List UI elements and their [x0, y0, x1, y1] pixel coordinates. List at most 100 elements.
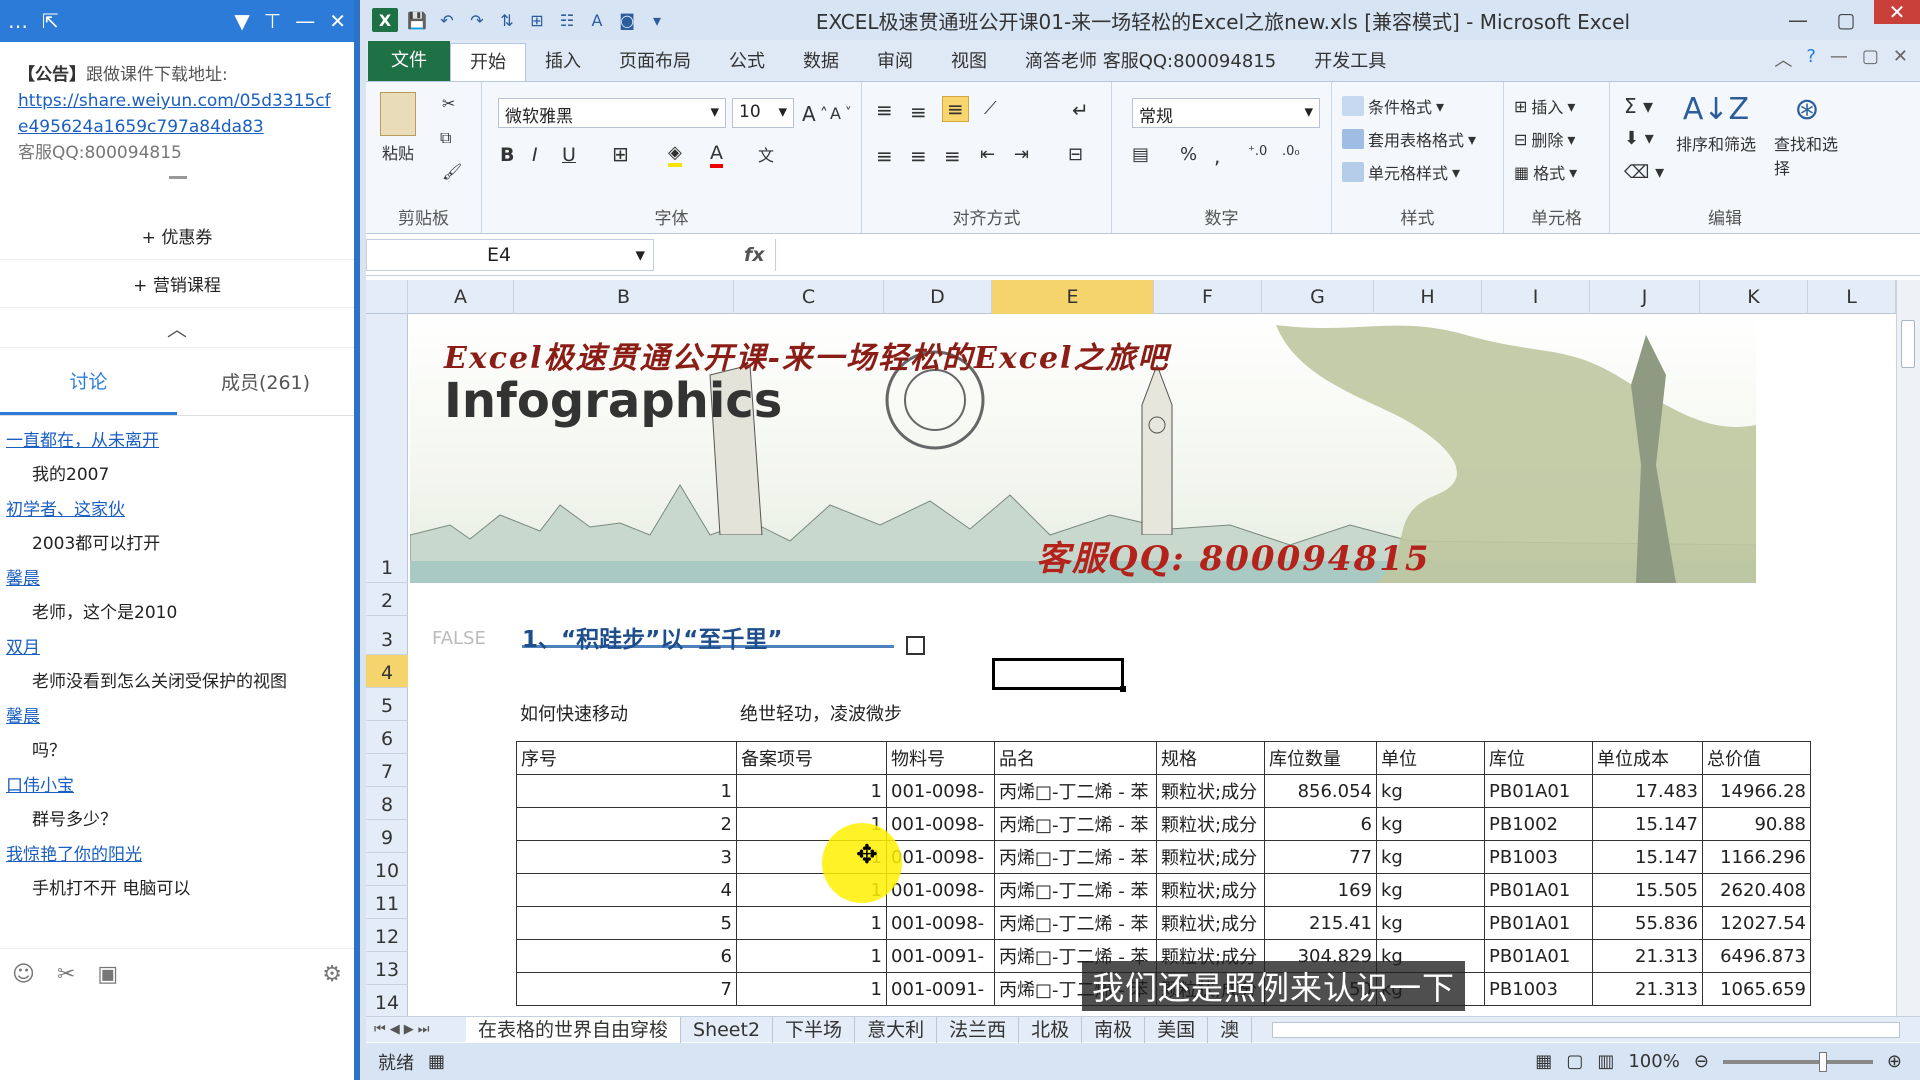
table-cell[interactable]: 1: [736, 939, 887, 973]
insert-cells-button[interactable]: ⊞ 插入 ▾: [1514, 94, 1575, 118]
cell-b5[interactable]: 如何快速移动: [520, 700, 628, 726]
tab-data[interactable]: 数据: [784, 43, 858, 81]
download-link[interactable]: https://share.weiyun.com/05d3315cfe49562…: [18, 91, 331, 137]
tab-formulas[interactable]: 公式: [710, 43, 784, 81]
table-cell[interactable]: 14966.28: [1702, 774, 1811, 808]
column-header-l[interactable]: L: [1808, 280, 1896, 314]
quick-access-icon[interactable]: ⇅: [496, 9, 518, 31]
fill-button[interactable]: ⬇ ▾: [1624, 128, 1654, 149]
cell-a3[interactable]: FALSE: [432, 628, 486, 649]
fx-icon[interactable]: fx: [744, 244, 765, 266]
worksheet-grid[interactable]: A B C D E F G H I J K L 1 2 3 4 5 6 7 8 …: [366, 280, 1920, 1025]
cut-button[interactable]: ✂: [442, 94, 455, 113]
orientation-button[interactable]: ⟋: [984, 98, 997, 119]
underline-button[interactable]: U: [562, 144, 576, 166]
zoom-level[interactable]: 100%: [1628, 1051, 1679, 1072]
table-header-cell[interactable]: 单位成本: [1592, 741, 1703, 775]
redo-icon[interactable]: ↷: [466, 9, 488, 31]
sheet-tab[interactable]: 南极: [1082, 1016, 1146, 1043]
table-cell[interactable]: 856.054: [1264, 774, 1377, 808]
horizontal-scrollbar[interactable]: [1272, 1021, 1900, 1038]
row-header[interactable]: 5: [366, 688, 408, 721]
table-cell[interactable]: 001-0091-: [886, 939, 995, 973]
emoji-icon[interactable]: ☺: [12, 962, 35, 987]
select-all-corner[interactable]: [366, 280, 408, 314]
normal-view-icon[interactable]: ▦: [1535, 1051, 1552, 1072]
pin-icon[interactable]: ⊤: [264, 9, 281, 33]
table-cell[interactable]: 颗粒状;成分: [1156, 807, 1265, 841]
row-header[interactable]: 13: [366, 952, 408, 985]
vertical-scrollbar[interactable]: [1896, 280, 1920, 1020]
row-header[interactable]: 11: [366, 886, 408, 919]
checkbox[interactable]: [906, 636, 925, 655]
undo-icon[interactable]: ↶: [436, 9, 458, 31]
table-cell[interactable]: 2620.408: [1702, 873, 1811, 907]
autosum-button[interactable]: Σ ▾: [1624, 94, 1653, 118]
format-painter-button[interactable]: 🖌: [442, 162, 462, 181]
table-cell[interactable]: 1: [736, 972, 887, 1006]
merge-center-button[interactable]: ⊟: [1068, 144, 1083, 165]
clear-button[interactable]: ⌫ ▾: [1624, 162, 1664, 183]
table-cell[interactable]: 001-0098-: [886, 807, 995, 841]
column-header-b[interactable]: B: [514, 280, 734, 314]
message-sender[interactable]: 双月: [6, 631, 348, 665]
row-header[interactable]: 4: [366, 655, 408, 688]
table-cell[interactable]: 颗粒状;成分: [1156, 906, 1265, 940]
table-cell[interactable]: 001-0098-: [886, 774, 995, 808]
table-cell[interactable]: 15.505: [1592, 873, 1703, 907]
camera-icon[interactable]: ◙: [616, 9, 638, 31]
table-cell[interactable]: 1166.296: [1702, 840, 1811, 874]
zoom-in-icon[interactable]: ⊕: [1887, 1051, 1902, 1072]
border-button[interactable]: ⊞: [612, 142, 629, 166]
table-cell[interactable]: PB01A01: [1484, 774, 1593, 808]
zoom-out-icon[interactable]: ⊖: [1694, 1051, 1709, 1072]
cell-b3-heading[interactable]: 1、“积跬步”以“至千里”: [522, 620, 894, 653]
minimize-icon[interactable]: —: [1830, 46, 1848, 72]
scissors-icon[interactable]: ✂: [57, 962, 75, 987]
align-left-button[interactable]: ≡: [876, 144, 893, 168]
table-cell[interactable]: kg: [1376, 873, 1485, 907]
decrease-decimal-button[interactable]: .0₀: [1282, 144, 1300, 159]
table-cell[interactable]: 5: [516, 906, 737, 940]
page-layout-view-icon[interactable]: ▢: [1566, 1051, 1583, 1072]
row-header[interactable]: 9: [366, 820, 408, 853]
message-sender[interactable]: 馨晨: [6, 562, 348, 596]
table-cell[interactable]: kg: [1376, 774, 1485, 808]
close-icon[interactable]: ✕: [1874, 0, 1920, 24]
table-cell[interactable]: 001-0098-: [886, 840, 995, 874]
table-cell[interactable]: 169: [1264, 873, 1377, 907]
tab-home[interactable]: 开始: [450, 43, 526, 81]
table-cell[interactable]: 颗粒状;成分: [1156, 840, 1265, 874]
align-right-button[interactable]: ≡: [944, 144, 961, 168]
table-cell[interactable]: 215.41: [1264, 906, 1377, 940]
more-icon[interactable]: …: [8, 9, 28, 33]
share-icon[interactable]: ⇱: [42, 9, 59, 33]
column-header-g[interactable]: G: [1262, 280, 1374, 314]
table-cell[interactable]: 55.836: [1592, 906, 1703, 940]
table-cell[interactable]: 90.88: [1702, 807, 1811, 841]
table-header-cell[interactable]: 总价值: [1702, 741, 1811, 775]
message-sender[interactable]: 我惊艳了你的阳光: [6, 838, 348, 872]
selected-cell-e4[interactable]: [992, 658, 1126, 692]
sheet-tab[interactable]: 意大利: [855, 1016, 938, 1043]
table-cell[interactable]: 7: [516, 972, 737, 1006]
table-cell[interactable]: 21.313: [1592, 939, 1703, 973]
zoom-slider-thumb[interactable]: [1818, 1051, 1827, 1072]
sheet-nav-arrows[interactable]: ⏮◀▶⏭: [366, 1022, 466, 1037]
fill-color-button[interactable]: ◈: [668, 142, 682, 167]
row-header[interactable]: 7: [366, 754, 408, 787]
message-sender[interactable]: 馨晨: [6, 700, 348, 734]
table-cell[interactable]: 4: [516, 873, 737, 907]
phonetic-button[interactable]: 文: [758, 142, 774, 166]
table-header-cell[interactable]: 备案项号: [736, 741, 887, 775]
decrease-indent-button[interactable]: ⇤: [980, 144, 995, 165]
table-cell[interactable]: 丙烯□-丁二烯 - 苯: [994, 906, 1157, 940]
close-icon[interactable]: ✕: [1893, 46, 1908, 72]
tab-teacher[interactable]: 滴答老师 客服QQ:800094815: [1006, 43, 1295, 81]
table-cell[interactable]: 15.147: [1592, 840, 1703, 874]
scroll-thumb[interactable]: [1901, 320, 1915, 368]
table-cell[interactable]: 001-0091-: [886, 972, 995, 1006]
grow-font-button[interactable]: A ˄: [802, 102, 828, 126]
table-cell[interactable]: 001-0098-: [886, 873, 995, 907]
minimize-icon[interactable]: —: [1778, 8, 1818, 32]
